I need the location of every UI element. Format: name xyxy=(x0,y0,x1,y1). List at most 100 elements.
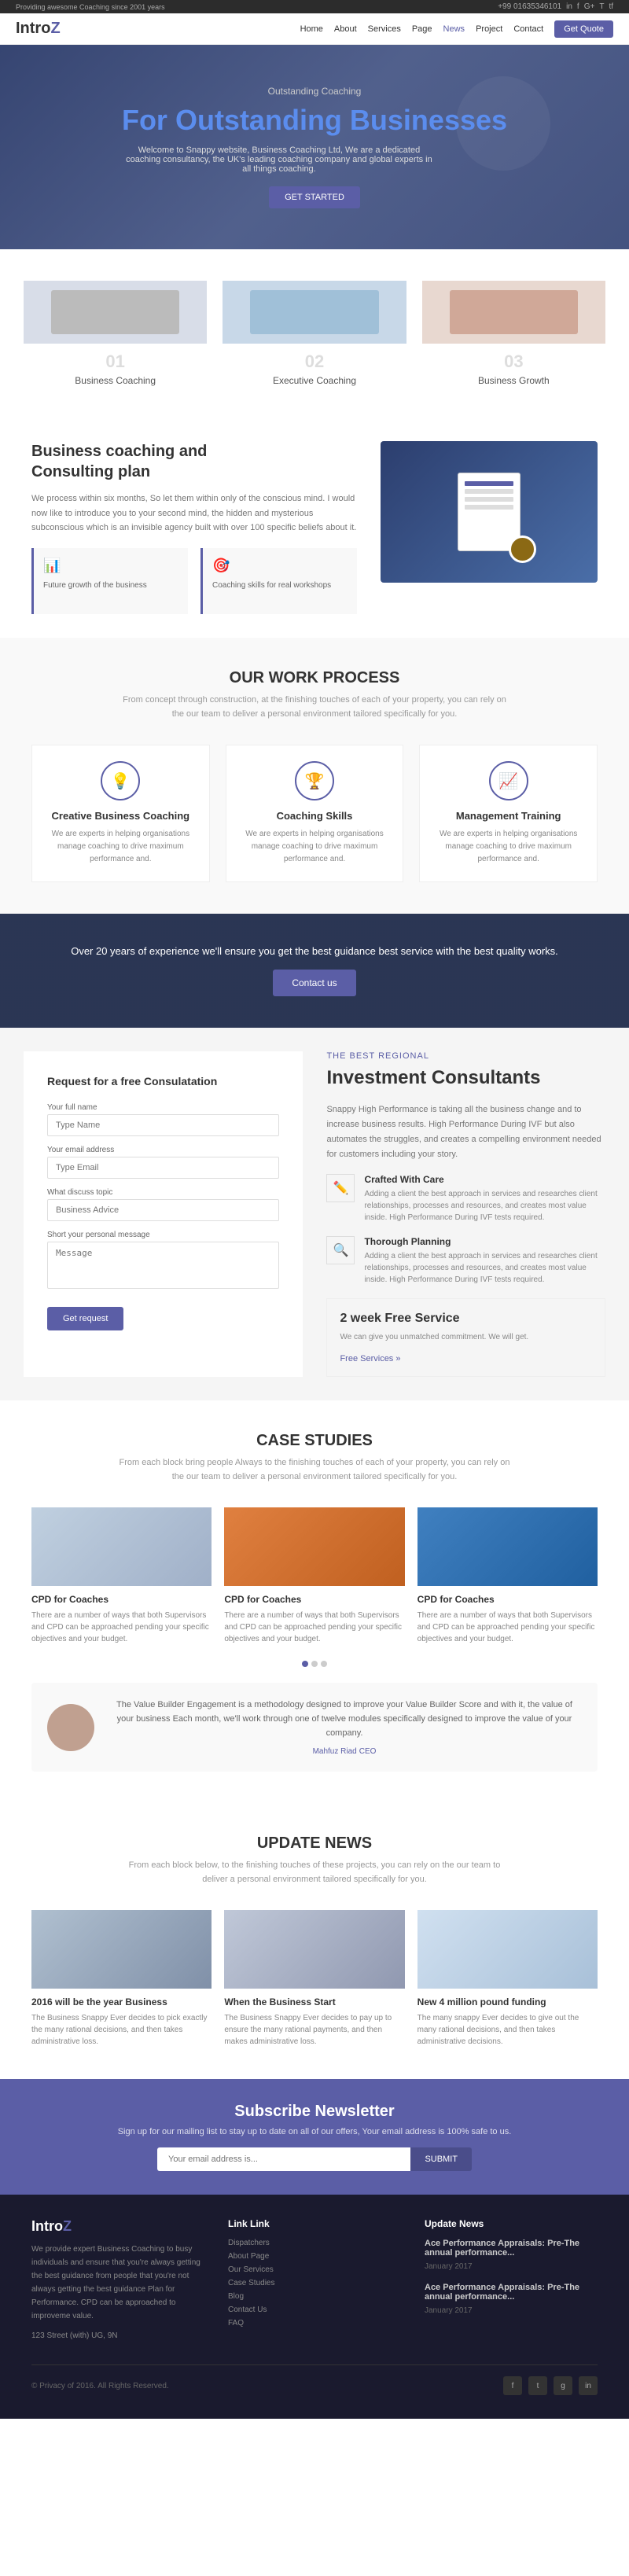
free-service-link[interactable]: Free Services » xyxy=(340,1354,400,1363)
email-input[interactable] xyxy=(47,1157,279,1179)
footer-link-1[interactable]: Dispatchers xyxy=(228,2239,401,2247)
invest-icon-2: 🔍 xyxy=(326,1236,355,1264)
news-cards: 2016 will be the year Business The Busin… xyxy=(31,1910,598,2048)
footer-logo: IntroZ xyxy=(31,2218,204,2235)
social-yt[interactable]: tf xyxy=(609,2,613,11)
invest-desc: Snappy High Performance is taking all th… xyxy=(326,1102,605,1161)
news-card-desc-3: The many snappy Ever decides to give out… xyxy=(417,2012,598,2048)
footer-social-tw[interactable]: t xyxy=(528,2376,547,2395)
message-label: Short your personal message xyxy=(47,1231,279,1239)
topbar-right: +99 01635346101 in f G+ T tf xyxy=(498,2,613,11)
footer-link-3[interactable]: Our Services xyxy=(228,2265,401,2274)
about-desc: We process within six months, So let the… xyxy=(31,491,357,535)
newsletter-email-input[interactable] xyxy=(157,2147,410,2171)
news-title: UPDATE NEWS xyxy=(31,1834,598,1853)
message-textarea[interactable] xyxy=(47,1242,279,1289)
footer-link-4[interactable]: Case Studies xyxy=(228,2279,401,2287)
nav-about[interactable]: About xyxy=(334,24,357,34)
testimonial: The Value Builder Engagement is a method… xyxy=(31,1683,598,1772)
work-process-section: OUR WORK PROCESS From concept through co… xyxy=(0,638,629,914)
about-input[interactable] xyxy=(47,1199,279,1221)
invest-subtitle: The Best Regional xyxy=(326,1051,605,1061)
message-field-group: Short your personal message xyxy=(47,1231,279,1291)
footer-link-6[interactable]: Contact Us xyxy=(228,2306,401,2314)
services-section: 01 Business Coaching 02 Executive Coachi… xyxy=(0,249,629,418)
logo-accent: Z xyxy=(50,20,60,37)
news-img-2 xyxy=(224,1910,404,1989)
process-icon-3: 📈 xyxy=(489,761,528,800)
form-submit-button[interactable]: Get request xyxy=(47,1307,123,1330)
invest-item-desc-2: Adding a client the best approach in ser… xyxy=(364,1250,605,1286)
nav-home[interactable]: Home xyxy=(300,24,323,34)
consult-form-title: Request for a free Consulatation xyxy=(47,1075,279,1087)
about-feature-2: 🎯 Coaching skills for real workshops xyxy=(200,548,357,614)
footer-news-date-2: January 2017 xyxy=(425,2304,598,2317)
free-service-title: 2 week Free Service xyxy=(340,1312,592,1326)
news-card-1: 2016 will be the year Business The Busin… xyxy=(31,1910,212,2048)
topbar: Providing awesome Coaching since 2001 ye… xyxy=(0,0,629,13)
service-thumb-3 xyxy=(422,281,605,344)
pagination-dot-2[interactable] xyxy=(311,1661,318,1667)
footer-social-gp[interactable]: g xyxy=(554,2376,572,2395)
news-card-desc-2: The Business Snappy Ever decides to pay … xyxy=(224,2012,404,2048)
invest-item-title-2: Thorough Planning xyxy=(364,1236,605,1247)
news-card-3: New 4 million pound funding The many sna… xyxy=(417,1910,598,2048)
invest-icon-1: ✏️ xyxy=(326,1174,355,1202)
invest-item-1: ✏️ Crafted With Care Adding a client the… xyxy=(326,1174,605,1224)
feature-icon-2: 🎯 xyxy=(212,558,348,574)
footer-links-list: Dispatchers About Page Our Services Case… xyxy=(228,2239,401,2328)
case-img-3 xyxy=(417,1507,598,1586)
footer-copyright: © Privacy of 2016. All Rights Reserved. xyxy=(31,2382,169,2390)
case-studies-title: CASE STUDIES xyxy=(31,1432,598,1450)
nav-page[interactable]: Page xyxy=(412,24,432,34)
hero-title-part1: For Outstanding xyxy=(122,104,350,136)
case-title-1: CPD for Coaches xyxy=(31,1594,212,1605)
social-gp[interactable]: G+ xyxy=(584,2,595,11)
pagination-dot-1[interactable] xyxy=(302,1661,308,1667)
investment-section: The Best Regional Investment Consultants… xyxy=(303,1028,629,1400)
logo: IntroZ xyxy=(16,20,61,38)
name-label: Your full name xyxy=(47,1103,279,1112)
service-thumb-2 xyxy=(223,281,406,344)
newsletter-title: Subscribe Newsletter xyxy=(31,2103,598,2121)
social-in[interactable]: in xyxy=(566,2,572,11)
topbar-phone: +99 01635346101 xyxy=(498,2,561,11)
about-left: Business coaching and Consulting plan We… xyxy=(31,441,357,614)
about-image xyxy=(381,441,598,583)
footer-link-5[interactable]: Blog xyxy=(228,2292,401,2301)
nav-contact[interactable]: Contact xyxy=(513,24,543,34)
social-tw[interactable]: T xyxy=(599,2,604,11)
free-service-desc: We can give you unmatched commitment. We… xyxy=(340,1330,592,1344)
case-studies-section: CASE STUDIES From each block bring peopl… xyxy=(0,1400,629,1803)
footer-link-2[interactable]: About Page xyxy=(228,2252,401,2261)
case-card-1: CPD for Coaches There are a number of wa… xyxy=(31,1507,212,1645)
banner-cta-button[interactable]: Contact us xyxy=(273,970,355,996)
hero-cta-button[interactable]: GET STARTED xyxy=(269,186,360,208)
footer-social-in[interactable]: in xyxy=(579,2376,598,2395)
navbar: IntroZ Home About Services Page News Pro… xyxy=(0,13,629,45)
nav-news[interactable]: News xyxy=(443,24,465,34)
news-card-desc-1: The Business Snappy Ever decides to pick… xyxy=(31,2012,212,2048)
service-title-3: Business Growth xyxy=(478,375,550,386)
service-num-1: 01 xyxy=(105,351,124,372)
process-card-title-3: Management Training xyxy=(436,810,581,822)
work-process-sub: From concept through construction, at th… xyxy=(118,694,511,721)
about-label: What discuss topic xyxy=(47,1188,279,1197)
pagination-dot-3[interactable] xyxy=(321,1661,327,1667)
nav-cta-button[interactable]: Get Quote xyxy=(554,20,613,38)
footer-link-7[interactable]: FAQ xyxy=(228,2319,401,2328)
footer-social-fb[interactable]: f xyxy=(503,2376,522,2395)
news-card-title-3: New 4 million pound funding xyxy=(417,1996,598,2007)
feature-text-1: Future growth of the business xyxy=(43,579,178,592)
notebook-decoration xyxy=(458,473,520,551)
case-img-2 xyxy=(224,1507,404,1586)
name-input[interactable] xyxy=(47,1114,279,1136)
service-num-3: 03 xyxy=(504,351,523,372)
nav-project[interactable]: Project xyxy=(476,24,502,34)
news-img-3 xyxy=(417,1910,598,1989)
process-card-desc-1: We are experts in helping organisations … xyxy=(48,828,193,866)
newsletter-submit-button[interactable]: SUBMIT xyxy=(410,2147,472,2171)
work-process-title: OUR WORK PROCESS xyxy=(31,669,598,687)
nav-services[interactable]: Services xyxy=(368,24,401,34)
social-fb[interactable]: f xyxy=(577,2,579,11)
